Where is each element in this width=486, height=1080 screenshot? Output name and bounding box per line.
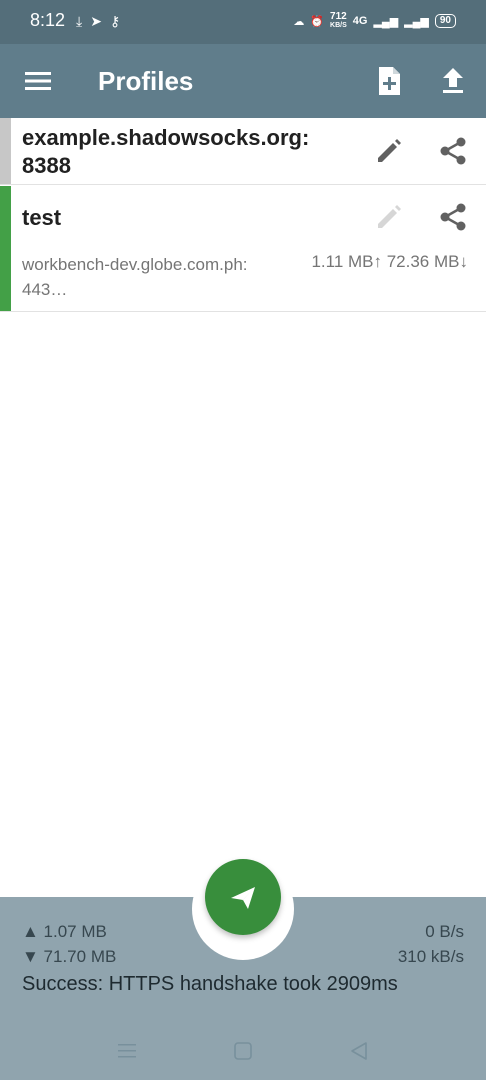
tx-rate: 0 B/s <box>425 922 464 941</box>
profile-card[interactable]: example.shadowsocks.org: 8388 <box>0 118 486 185</box>
profile-traffic: 1.11 MB↑ 72.36 MB↓ <box>311 252 468 271</box>
menu-icon <box>25 72 51 90</box>
send-icon <box>231 887 255 909</box>
edit-icon <box>378 205 401 228</box>
recent-apps-icon <box>118 1044 136 1058</box>
rx-rate: 310 kB/s <box>397 947 464 966</box>
key-icon: ⚷ <box>109 13 121 29</box>
share-icon <box>440 137 466 165</box>
download-icon: ⤓ <box>76 13 83 29</box>
vpn-icon: ☁ <box>293 15 305 28</box>
import-icon <box>443 68 463 93</box>
signal-icon: ▂▄▆ <box>373 15 399 28</box>
rx-total: ▼ 71.70 MB <box>22 947 117 966</box>
nav-menu-button[interactable] <box>115 1040 139 1062</box>
app-bar: Profiles <box>0 44 486 118</box>
back-icon <box>351 1042 367 1060</box>
telegram-icon: ➤ <box>90 13 102 29</box>
profile-indicator <box>0 118 11 184</box>
profile-name: example.shadowsocks.org: 8388 <box>22 125 310 178</box>
edit-icon <box>378 139 401 162</box>
edit-button[interactable] <box>372 134 406 168</box>
add-profile-button[interactable] <box>372 64 406 98</box>
profile-indicator-active <box>0 186 11 311</box>
edit-button-disabled <box>372 200 406 234</box>
import-button[interactable] <box>436 64 470 98</box>
share-icon <box>440 203 466 231</box>
signal-icon-2: ▂▄▆ <box>404 15 429 28</box>
home-icon <box>234 1042 252 1060</box>
tx-total: ▲ 1.07 MB <box>22 922 107 941</box>
system-status-bar: 8:12 ⤓ ➤ ⚷ ☁ ⏰ 712 KB/S 4G ▂▄▆ ▂▄▆ 90 <box>0 0 486 44</box>
network-speed: 712 KB/S <box>330 11 347 30</box>
status-message: Success: HTTPS handshake took 2909ms <box>22 973 398 995</box>
nav-back-button[interactable] <box>347 1040 371 1062</box>
profile-card-active[interactable]: test workbench-dev.globe.com.ph: 443… 1.… <box>0 186 486 312</box>
page-title: Profiles <box>98 66 194 96</box>
alarm-icon: ⏰ <box>310 15 325 28</box>
nav-home-button[interactable] <box>231 1040 255 1062</box>
profile-server: workbench-dev.globe.com.ph: 443… <box>22 255 248 299</box>
profile-name: test <box>22 205 62 230</box>
battery-icon: 90 <box>434 14 456 28</box>
share-button[interactable] <box>436 134 470 168</box>
share-button[interactable] <box>436 200 470 234</box>
connect-button[interactable] <box>205 859 281 935</box>
network-type: 4G <box>352 15 368 27</box>
add-profile-icon <box>379 67 400 95</box>
menu-button[interactable] <box>22 66 54 96</box>
status-time: 8:12 <box>30 10 66 30</box>
